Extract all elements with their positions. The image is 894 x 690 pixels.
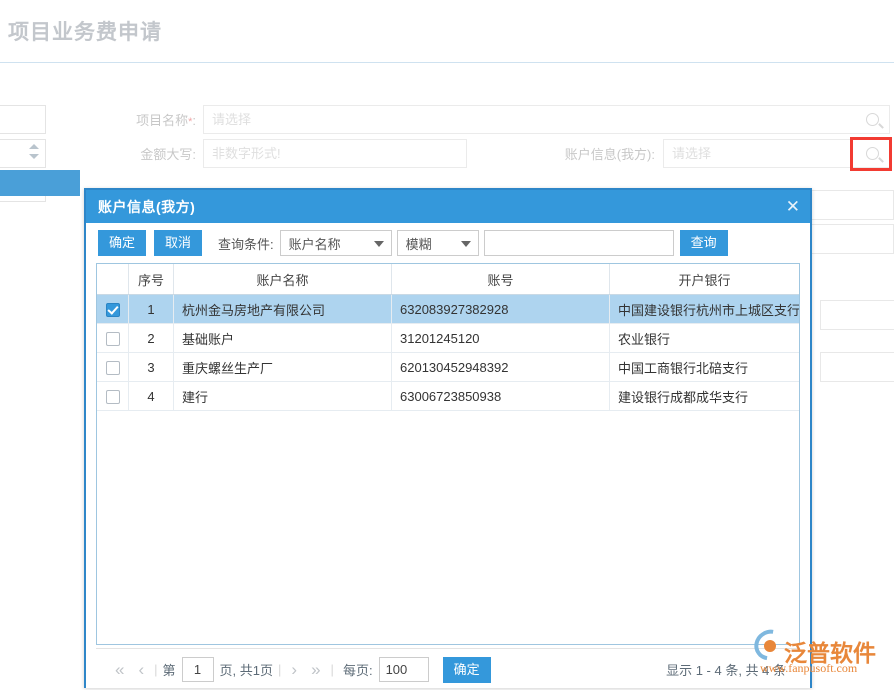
cell-account-name: 杭州金马房地产有限公司	[174, 295, 392, 324]
table-header-row: 序号 账户名称 账号 开户银行	[97, 264, 799, 295]
pager-page-prefix: 第	[161, 660, 178, 679]
account-table: 序号 账户名称 账号 开户银行 1杭州金马房地产有限公司632083927382…	[97, 264, 799, 411]
input-project-name[interactable]: 请选择	[203, 105, 856, 134]
row-select-cell[interactable]	[97, 324, 129, 353]
column-header-account-number: 账号	[392, 264, 610, 295]
checkbox-icon[interactable]	[106, 390, 120, 404]
checkbox-icon[interactable]	[106, 332, 120, 346]
column-header-index: 序号	[129, 264, 174, 295]
cell-bank: 农业银行	[610, 324, 800, 353]
form-row-amount-and-account: 金额大写: 非数字形式! 账户信息(我方): 请选择	[0, 139, 894, 172]
checkbox-icon[interactable]	[106, 361, 120, 375]
title-divider	[0, 62, 894, 63]
account-info-dialog: 账户信息(我方) ✕ 确定 取消 查询条件: 账户名称 模糊 查询 序号 账户名…	[84, 188, 812, 688]
confirm-button[interactable]: 确定	[98, 230, 146, 256]
chevron-left-icon[interactable]: ‹	[131, 660, 151, 680]
cell-bank: 中国工商银行北碚支行	[610, 353, 800, 382]
table-head: 序号 账户名称 账号 开户银行	[97, 264, 799, 295]
dialog-titlebar: 账户信息(我方) ✕	[86, 190, 810, 223]
query-condition-label: 查询条件:	[218, 234, 274, 253]
chevron-right-icon[interactable]: ›	[284, 660, 304, 680]
query-keyword-input[interactable]	[484, 230, 674, 256]
query-button[interactable]: 查询	[680, 230, 728, 256]
query-field-select-value: 账户名称	[289, 234, 341, 253]
cell-index: 4	[129, 382, 174, 411]
page-size-input[interactable]	[379, 657, 429, 682]
dialog-title: 账户信息(我方)	[98, 197, 195, 217]
search-icon	[866, 113, 879, 126]
query-field-select[interactable]: 账户名称	[280, 230, 392, 256]
dialog-toolbar: 确定 取消 查询条件: 账户名称 模糊 查询	[86, 223, 810, 263]
pager-page-input[interactable]	[182, 657, 214, 682]
cell-account-number: 620130452948392	[392, 353, 610, 382]
cell-account-number: 632083927382928	[392, 295, 610, 324]
record-total-text: 显示 1 - 4 条, 共 4 条	[666, 660, 786, 679]
dialog-footer: « ‹ | 第 页, 共1页 | › » | 每页: 确定 显示 1 - 4 条…	[96, 648, 800, 690]
search-button-project-name[interactable]	[856, 105, 890, 134]
table-row[interactable]: 4建行63006723850938建设银行成都成华支行	[97, 382, 799, 411]
table-body: 1杭州金马房地产有限公司632083927382928中国建设银行杭州市上城区支…	[97, 295, 799, 411]
cell-account-number: 31201245120	[392, 324, 610, 353]
column-header-account-name: 账户名称	[174, 264, 392, 295]
cell-bank: 中国建设银行杭州市上城区支行	[610, 295, 800, 324]
input-account-info[interactable]: 请选择	[663, 139, 856, 168]
double-chevron-left-icon[interactable]: «	[108, 660, 131, 680]
form-row-project-name: 项目名称*: 请选择	[0, 105, 894, 138]
left-blue-button-stub[interactable]	[0, 170, 80, 196]
cell-account-name: 建行	[174, 382, 392, 411]
pager-confirm-button[interactable]: 确定	[443, 657, 491, 683]
search-icon	[866, 147, 879, 160]
cell-bank: 建设银行成都成华支行	[610, 382, 800, 411]
label-account-info: 账户信息(我方):	[520, 139, 655, 170]
required-star: *	[188, 116, 192, 128]
query-match-select[interactable]: 模糊	[397, 230, 479, 256]
pager-divider-2: |	[275, 662, 284, 677]
input-amount-words[interactable]: 非数字形式!	[203, 139, 467, 168]
cell-account-number: 63006723850938	[392, 382, 610, 411]
cell-index: 3	[129, 353, 174, 382]
ghost-field-4	[820, 352, 894, 382]
cancel-button[interactable]: 取消	[154, 230, 202, 256]
row-select-cell[interactable]	[97, 353, 129, 382]
pager-page-suffix: 页, 共1页	[218, 660, 275, 679]
search-button-account-info[interactable]	[856, 139, 890, 168]
column-header-bank: 开户银行	[610, 264, 800, 295]
close-icon[interactable]: ✕	[786, 198, 800, 215]
cell-account-name: 基础账户	[174, 324, 392, 353]
checkbox-checked-icon[interactable]	[106, 303, 120, 317]
pager-divider-1: |	[151, 662, 160, 677]
page-title: 项目业务费申请	[8, 16, 162, 46]
cell-account-name: 重庆螺丝生产厂	[174, 353, 392, 382]
label-amount-words: 金额大写:	[100, 139, 196, 170]
label-project-name: 项目名称*:	[100, 105, 196, 138]
column-header-select	[97, 264, 129, 295]
cell-index: 1	[129, 295, 174, 324]
cell-index: 2	[129, 324, 174, 353]
query-match-select-value: 模糊	[406, 234, 432, 253]
table-row[interactable]: 2基础账户31201245120农业银行	[97, 324, 799, 353]
ghost-field-3	[820, 300, 894, 330]
row-select-cell[interactable]	[97, 382, 129, 411]
row-select-cell[interactable]	[97, 295, 129, 324]
double-chevron-right-icon[interactable]: »	[304, 660, 327, 680]
pager-divider-3: |	[328, 662, 337, 677]
chevron-down-icon	[374, 241, 384, 247]
page-size-label: 每页:	[341, 660, 375, 679]
table-row[interactable]: 1杭州金马房地产有限公司632083927382928中国建设银行杭州市上城区支…	[97, 295, 799, 324]
table-row[interactable]: 3重庆螺丝生产厂620130452948392中国工商银行北碚支行	[97, 353, 799, 382]
chevron-down-icon	[461, 241, 471, 247]
account-table-container: 序号 账户名称 账号 开户银行 1杭州金马房地产有限公司632083927382…	[96, 263, 800, 645]
